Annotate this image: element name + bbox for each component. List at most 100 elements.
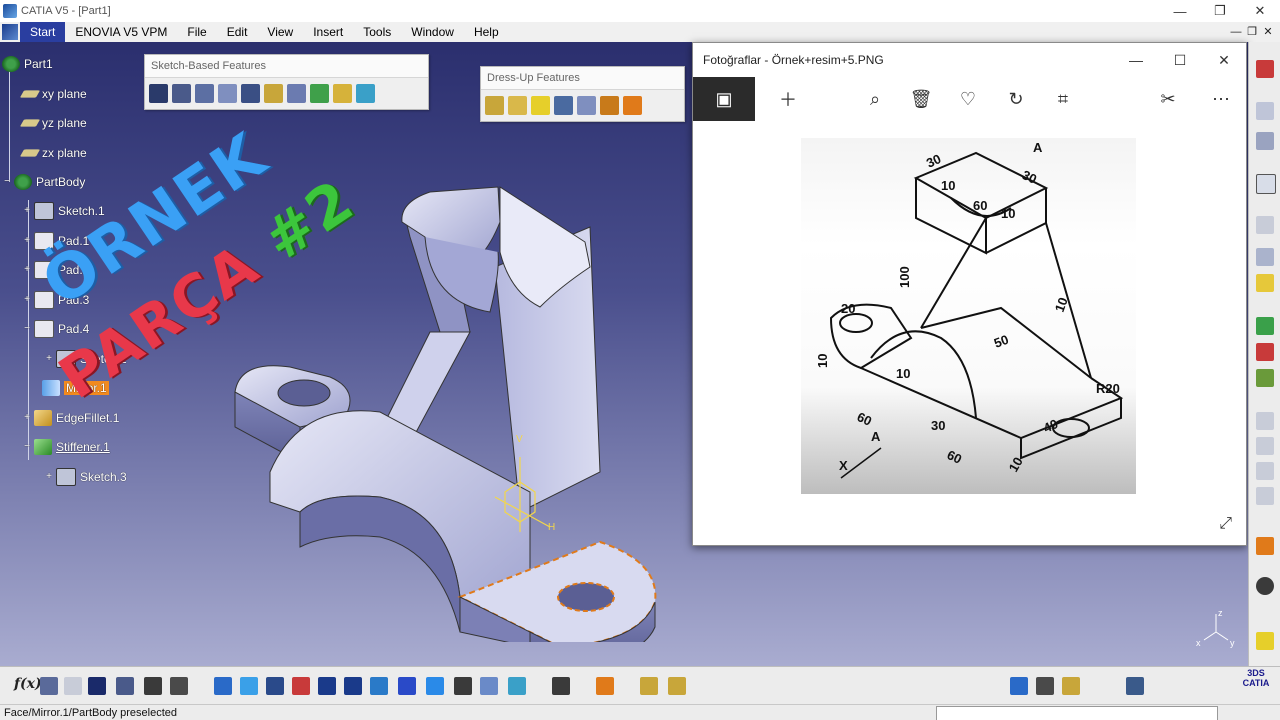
- menu-start[interactable]: Start: [20, 22, 66, 42]
- shell-tool-icon[interactable]: [554, 96, 573, 115]
- normal-view-icon[interactable]: [370, 677, 388, 695]
- toolbar-title[interactable]: Dress-Up Features: [481, 67, 684, 90]
- collapse-icon[interactable]: −: [2, 177, 12, 187]
- axis-system-icon[interactable]: [116, 677, 134, 695]
- print-icon[interactable]: [1126, 677, 1144, 695]
- expand-icon[interactable]: +: [22, 236, 32, 246]
- analysis-tool-icon[interactable]: [1256, 343, 1274, 361]
- zoom-icon[interactable]: ⌕: [855, 77, 895, 121]
- rotate-view-icon[interactable]: [292, 677, 310, 695]
- zoom-out-icon[interactable]: [344, 677, 362, 695]
- list-tool-icon[interactable]: [170, 677, 188, 695]
- expand-icon[interactable]: +: [44, 472, 54, 482]
- add-icon[interactable]: ＋: [768, 77, 808, 121]
- iso-view-icon[interactable]: [426, 677, 444, 695]
- update-icon[interactable]: [1010, 677, 1028, 695]
- command-input[interactable]: [936, 706, 1218, 720]
- knowledge-tool-icon[interactable]: [40, 677, 58, 695]
- boolean-tool-icon[interactable]: [1256, 437, 1274, 455]
- text-tool-icon[interactable]: [1256, 248, 1274, 266]
- thickness-tool-icon[interactable]: [577, 96, 596, 115]
- capture-icon[interactable]: [552, 677, 570, 695]
- expand-icon[interactable]: +: [22, 295, 32, 305]
- menu-view[interactable]: View: [257, 22, 303, 42]
- surface-tool-icon[interactable]: [1256, 462, 1274, 480]
- doc-restore-button[interactable]: ❐: [1244, 24, 1260, 40]
- menu-window[interactable]: Window: [401, 22, 464, 42]
- pan-icon[interactable]: [266, 677, 284, 695]
- tree-item-stiffener1[interactable]: − Stiffener.1: [22, 437, 110, 457]
- slot-tool-icon[interactable]: [287, 84, 306, 103]
- multisection-tool-icon[interactable]: [333, 84, 352, 103]
- expand-icon[interactable]: +: [22, 265, 32, 275]
- catalog-icon[interactable]: [640, 677, 658, 695]
- thread-tool-icon[interactable]: [600, 96, 619, 115]
- groove-tool-icon[interactable]: [218, 84, 237, 103]
- transform-tool-icon[interactable]: [1256, 412, 1274, 430]
- sketch-tool-icon[interactable]: [1256, 60, 1274, 78]
- apply-material-icon[interactable]: [1256, 317, 1274, 335]
- tree-item-yz-plane[interactable]: yz plane: [19, 113, 87, 133]
- constraint-tool-icon[interactable]: [1256, 216, 1274, 234]
- draft-tool-icon[interactable]: [531, 96, 550, 115]
- tree-item-edgefillet1[interactable]: + EdgeFillet.1: [22, 408, 119, 428]
- close-button[interactable]: ✕: [1240, 0, 1280, 22]
- multi-view-icon[interactable]: [398, 677, 416, 695]
- apply-material-bottom-icon[interactable]: [596, 677, 614, 695]
- shaft-tool-icon[interactable]: [195, 84, 214, 103]
- hole-tool-icon[interactable]: [241, 84, 260, 103]
- expand-icon[interactable]: +: [22, 206, 32, 216]
- menu-insert[interactable]: Insert: [303, 22, 353, 42]
- collapse-icon[interactable]: −: [22, 324, 32, 334]
- pad-tool-icon[interactable]: [149, 84, 168, 103]
- menu-tools[interactable]: Tools: [353, 22, 401, 42]
- restore-button[interactable]: ❐: [1200, 0, 1240, 22]
- photos-maximize-button[interactable]: ☐: [1158, 43, 1202, 77]
- minimize-button[interactable]: —: [1160, 0, 1200, 22]
- menu-enovia[interactable]: ENOVIA V5 VPM: [65, 22, 177, 42]
- tree-item-sketch3[interactable]: + Sketch.3: [44, 467, 127, 487]
- lock-tool-icon[interactable]: [144, 677, 162, 695]
- tree-item-part1[interactable]: Part1: [2, 54, 53, 74]
- scan-icon[interactable]: [1036, 677, 1054, 695]
- select-tool-icon[interactable]: [1256, 537, 1274, 555]
- favorite-icon[interactable]: ♡: [948, 77, 988, 121]
- expand-icon[interactable]: ⤢: [1219, 515, 1232, 533]
- tree-item-partbody[interactable]: − PartBody: [2, 172, 85, 192]
- photos-close-button[interactable]: ✕: [1202, 43, 1246, 77]
- image-icon[interactable]: ▣: [693, 77, 755, 121]
- edit-icon[interactable]: ✂: [1148, 77, 1188, 121]
- remove-face-tool-icon[interactable]: [623, 96, 642, 115]
- edge-fillet-tool-icon[interactable]: [485, 96, 504, 115]
- menu-file[interactable]: File: [177, 22, 216, 42]
- shading-icon[interactable]: [454, 677, 472, 695]
- bottle-icon[interactable]: [1062, 677, 1080, 695]
- fly-tool-icon[interactable]: [214, 677, 232, 695]
- annotation-tool-icon[interactable]: [1256, 274, 1274, 292]
- remove-multisection-tool-icon[interactable]: [356, 84, 375, 103]
- chamfer-tool-icon[interactable]: [508, 96, 527, 115]
- plane-tool-icon[interactable]: [1256, 632, 1274, 650]
- formula-icon[interactable]: f(x): [14, 676, 42, 694]
- grid-tool-icon[interactable]: [88, 677, 106, 695]
- settings-tool-icon[interactable]: [1256, 577, 1274, 595]
- delete-icon[interactable]: 🗑: [901, 77, 941, 121]
- menu-edit[interactable]: Edit: [217, 22, 258, 42]
- measure-item-icon[interactable]: [668, 677, 686, 695]
- collapse-icon[interactable]: −: [22, 442, 32, 452]
- photos-minimize-button[interactable]: —: [1114, 43, 1158, 77]
- stiffener-tool-icon[interactable]: [310, 84, 329, 103]
- doc-close-button[interactable]: ✕: [1260, 24, 1276, 40]
- hide-show-icon[interactable]: [480, 677, 498, 695]
- zoom-in-icon[interactable]: [318, 677, 336, 695]
- more-icon[interactable]: ⋯: [1201, 77, 1241, 121]
- doc-minimize-button[interactable]: —: [1228, 24, 1244, 40]
- split-tool-icon[interactable]: [1256, 487, 1274, 505]
- rotate-icon[interactable]: ↻: [996, 77, 1036, 121]
- tree-item-xy-plane[interactable]: xy plane: [19, 84, 87, 104]
- sketcher-icon[interactable]: [1256, 174, 1276, 194]
- reference-tool-icon[interactable]: [1256, 102, 1274, 120]
- pocket-tool-icon[interactable]: [172, 84, 191, 103]
- swap-visible-icon[interactable]: [508, 677, 526, 695]
- system-menu-icon[interactable]: [2, 24, 18, 40]
